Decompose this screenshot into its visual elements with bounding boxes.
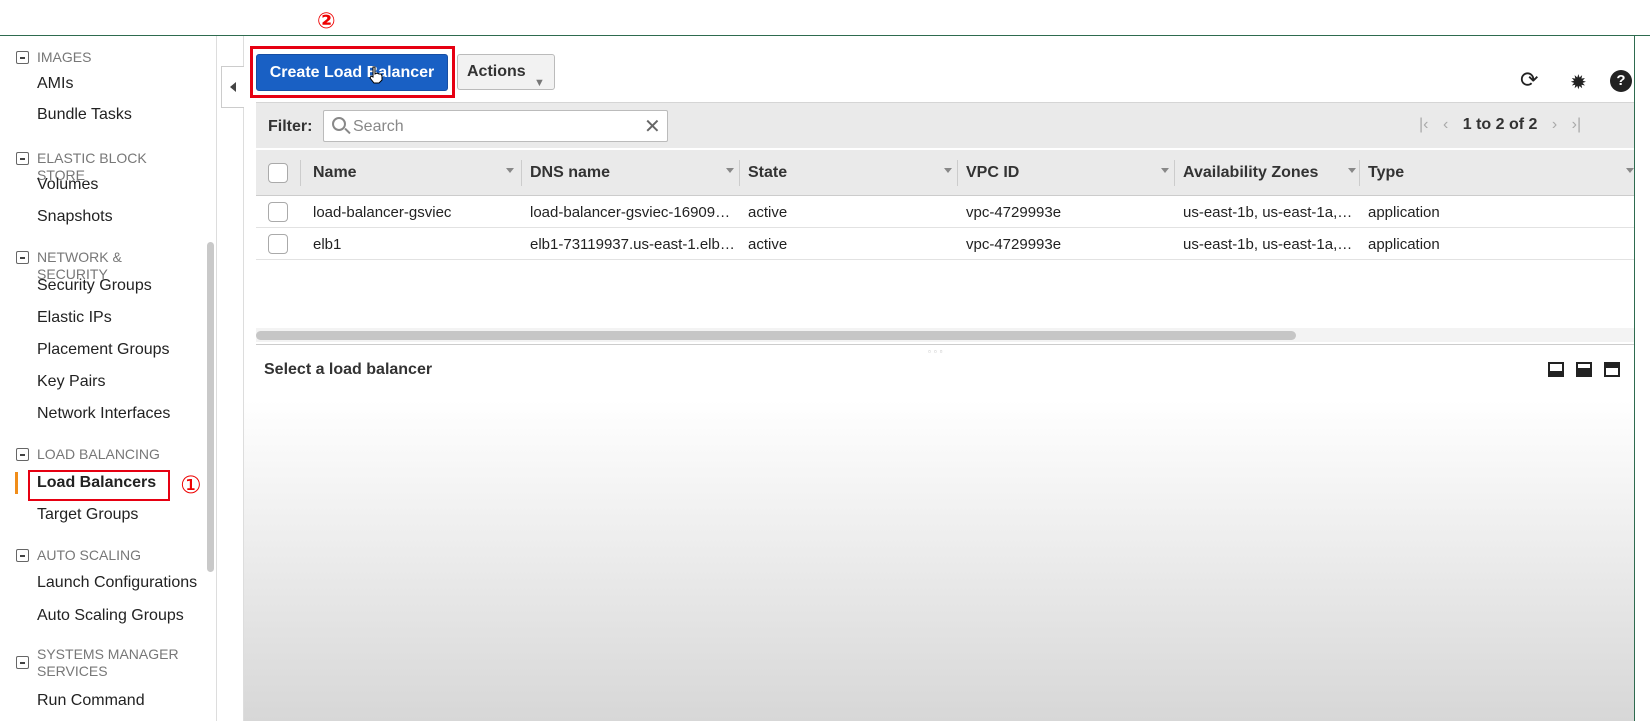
hand-cursor-icon xyxy=(369,66,383,84)
pagination: |‹ ‹ 1 to 2 of 2 › ›| xyxy=(1419,116,1591,134)
sidebar-item-network-interfaces[interactable]: Network Interfaces xyxy=(37,405,170,423)
column-divider xyxy=(1174,160,1175,186)
sidebar-item-target-groups[interactable]: Target Groups xyxy=(37,506,138,524)
row-checkbox[interactable] xyxy=(268,234,288,254)
sort-icon[interactable] xyxy=(506,168,514,173)
pane-splitter[interactable] xyxy=(256,344,1634,345)
cell-name: load-balancer-gsviec xyxy=(313,204,452,221)
collapse-icon[interactable] xyxy=(16,448,29,461)
column-divider xyxy=(1359,160,1360,186)
column-header-availability-zones[interactable]: Availability Zones xyxy=(1183,164,1318,182)
column-header-type[interactable]: Type xyxy=(1368,164,1404,182)
cell-state: active xyxy=(748,236,788,253)
top-band xyxy=(0,0,1650,36)
layout-bottom-small-icon[interactable] xyxy=(1548,362,1564,377)
cell-name: elb1 xyxy=(313,236,342,253)
sort-icon[interactable] xyxy=(726,168,734,173)
refresh-icon[interactable]: ⟳ xyxy=(1520,68,1538,93)
cell-availability-zones: us-east-1b, us-east-1a,… xyxy=(1183,236,1353,253)
table-horizontal-scrollbar[interactable] xyxy=(256,331,1296,340)
sort-icon[interactable] xyxy=(944,168,952,173)
prev-page-icon[interactable]: ‹ xyxy=(1443,116,1448,133)
sidebar-item-auto-scaling-groups[interactable]: Auto Scaling Groups xyxy=(37,607,184,625)
sidebar-item-launch-configurations[interactable]: Launch Configurations xyxy=(37,574,197,592)
highlight-box-step-2 xyxy=(250,46,455,98)
sidebar-divider xyxy=(216,36,217,721)
column-header-name[interactable]: Name xyxy=(313,164,357,182)
sidebar-item-snapshots[interactable]: Snapshots xyxy=(37,208,113,226)
detail-pane xyxy=(244,400,1650,721)
column-header-vpc-id[interactable]: VPC ID xyxy=(966,164,1019,182)
step-2-marker: ② xyxy=(317,9,336,34)
sidebar-item-security-groups[interactable]: Security Groups xyxy=(37,277,152,295)
collapse-icon[interactable] xyxy=(16,656,29,669)
actions-dropdown[interactable]: Actions ▼ xyxy=(457,54,555,90)
cell-state: active xyxy=(748,204,788,221)
sort-icon[interactable] xyxy=(1161,168,1169,173)
collapse-icon[interactable] xyxy=(16,251,29,264)
cell-dns-name: elb1-73119937.us-east-1.elb… xyxy=(530,236,735,253)
sidebar-item-run-command[interactable]: Run Command xyxy=(37,692,145,710)
layout-top-icon[interactable] xyxy=(1604,362,1620,377)
actions-label: Actions xyxy=(467,63,526,80)
step-1-marker: ① xyxy=(180,471,202,499)
cell-dns-name: load-balancer-gsviec-16909… xyxy=(530,204,731,221)
collapse-icon[interactable] xyxy=(16,549,29,562)
sort-icon[interactable] xyxy=(1626,168,1634,173)
row-checkbox[interactable] xyxy=(268,202,288,222)
select-all-checkbox[interactable] xyxy=(268,163,288,183)
page-range: 1 to 2 of 2 xyxy=(1462,116,1538,133)
table-header: Name DNS name State VPC ID Availability … xyxy=(256,150,1634,196)
column-divider xyxy=(739,160,740,186)
search-placeholder: Search xyxy=(353,118,404,135)
gear-icon[interactable]: ✹ xyxy=(1570,70,1587,94)
help-icon[interactable]: ? xyxy=(1610,70,1632,92)
clear-icon[interactable]: ✕ xyxy=(644,114,661,138)
column-header-state[interactable]: State xyxy=(748,164,787,182)
cell-availability-zones: us-east-1b, us-east-1a,… xyxy=(1183,204,1353,221)
sidebar-item-amis[interactable]: AMIs xyxy=(37,75,73,93)
filter-label: Filter: xyxy=(268,118,313,135)
sidebar-item-key-pairs[interactable]: Key Pairs xyxy=(37,373,105,391)
filter-bar: Filter: Search ✕ |‹ ‹ 1 to 2 of 2 › ›| xyxy=(256,102,1634,148)
table-row[interactable]: elb1 elb1-73119937.us-east-1.elb… active… xyxy=(256,229,1634,260)
sidebar-item-elastic-ips[interactable]: Elastic IPs xyxy=(37,309,112,327)
search-icon xyxy=(332,117,346,131)
splitter-grip-icon[interactable]: ▫▫▫ xyxy=(928,347,946,356)
sidebar-item-placement-groups[interactable]: Placement Groups xyxy=(37,341,170,359)
cell-type: application xyxy=(1368,236,1440,253)
table-row[interactable]: load-balancer-gsviec load-balancer-gsvie… xyxy=(256,197,1634,228)
sidebar-scrollbar[interactable] xyxy=(207,242,214,572)
collapse-icon[interactable] xyxy=(16,152,29,165)
last-page-icon[interactable]: ›| xyxy=(1572,116,1581,133)
sidebar-item-bundle-tasks[interactable]: Bundle Tasks xyxy=(37,106,132,124)
column-divider xyxy=(957,160,958,186)
cell-vpc-id: vpc-4729993e xyxy=(966,236,1062,253)
column-divider xyxy=(300,160,301,186)
sidebar-collapse-toggle[interactable] xyxy=(221,66,244,108)
collapse-icon[interactable] xyxy=(16,51,29,64)
column-divider xyxy=(521,160,522,186)
sidebar-item-volumes[interactable]: Volumes xyxy=(37,176,98,194)
column-header-dns-name[interactable]: DNS name xyxy=(530,164,610,182)
layout-bottom-large-icon[interactable] xyxy=(1576,362,1592,377)
sort-icon[interactable] xyxy=(1348,168,1356,173)
chevron-down-icon: ▼ xyxy=(534,77,545,89)
highlight-box-step-1 xyxy=(28,470,170,501)
detail-pane-title: Select a load balancer xyxy=(264,361,433,378)
window-right-edge xyxy=(1634,36,1650,721)
cell-vpc-id: vpc-4729993e xyxy=(966,204,1062,221)
cell-type: application xyxy=(1368,204,1440,221)
first-page-icon[interactable]: |‹ xyxy=(1419,116,1428,133)
search-input[interactable]: Search ✕ xyxy=(323,110,668,142)
next-page-icon[interactable]: › xyxy=(1552,116,1557,133)
active-item-marker xyxy=(15,472,18,494)
